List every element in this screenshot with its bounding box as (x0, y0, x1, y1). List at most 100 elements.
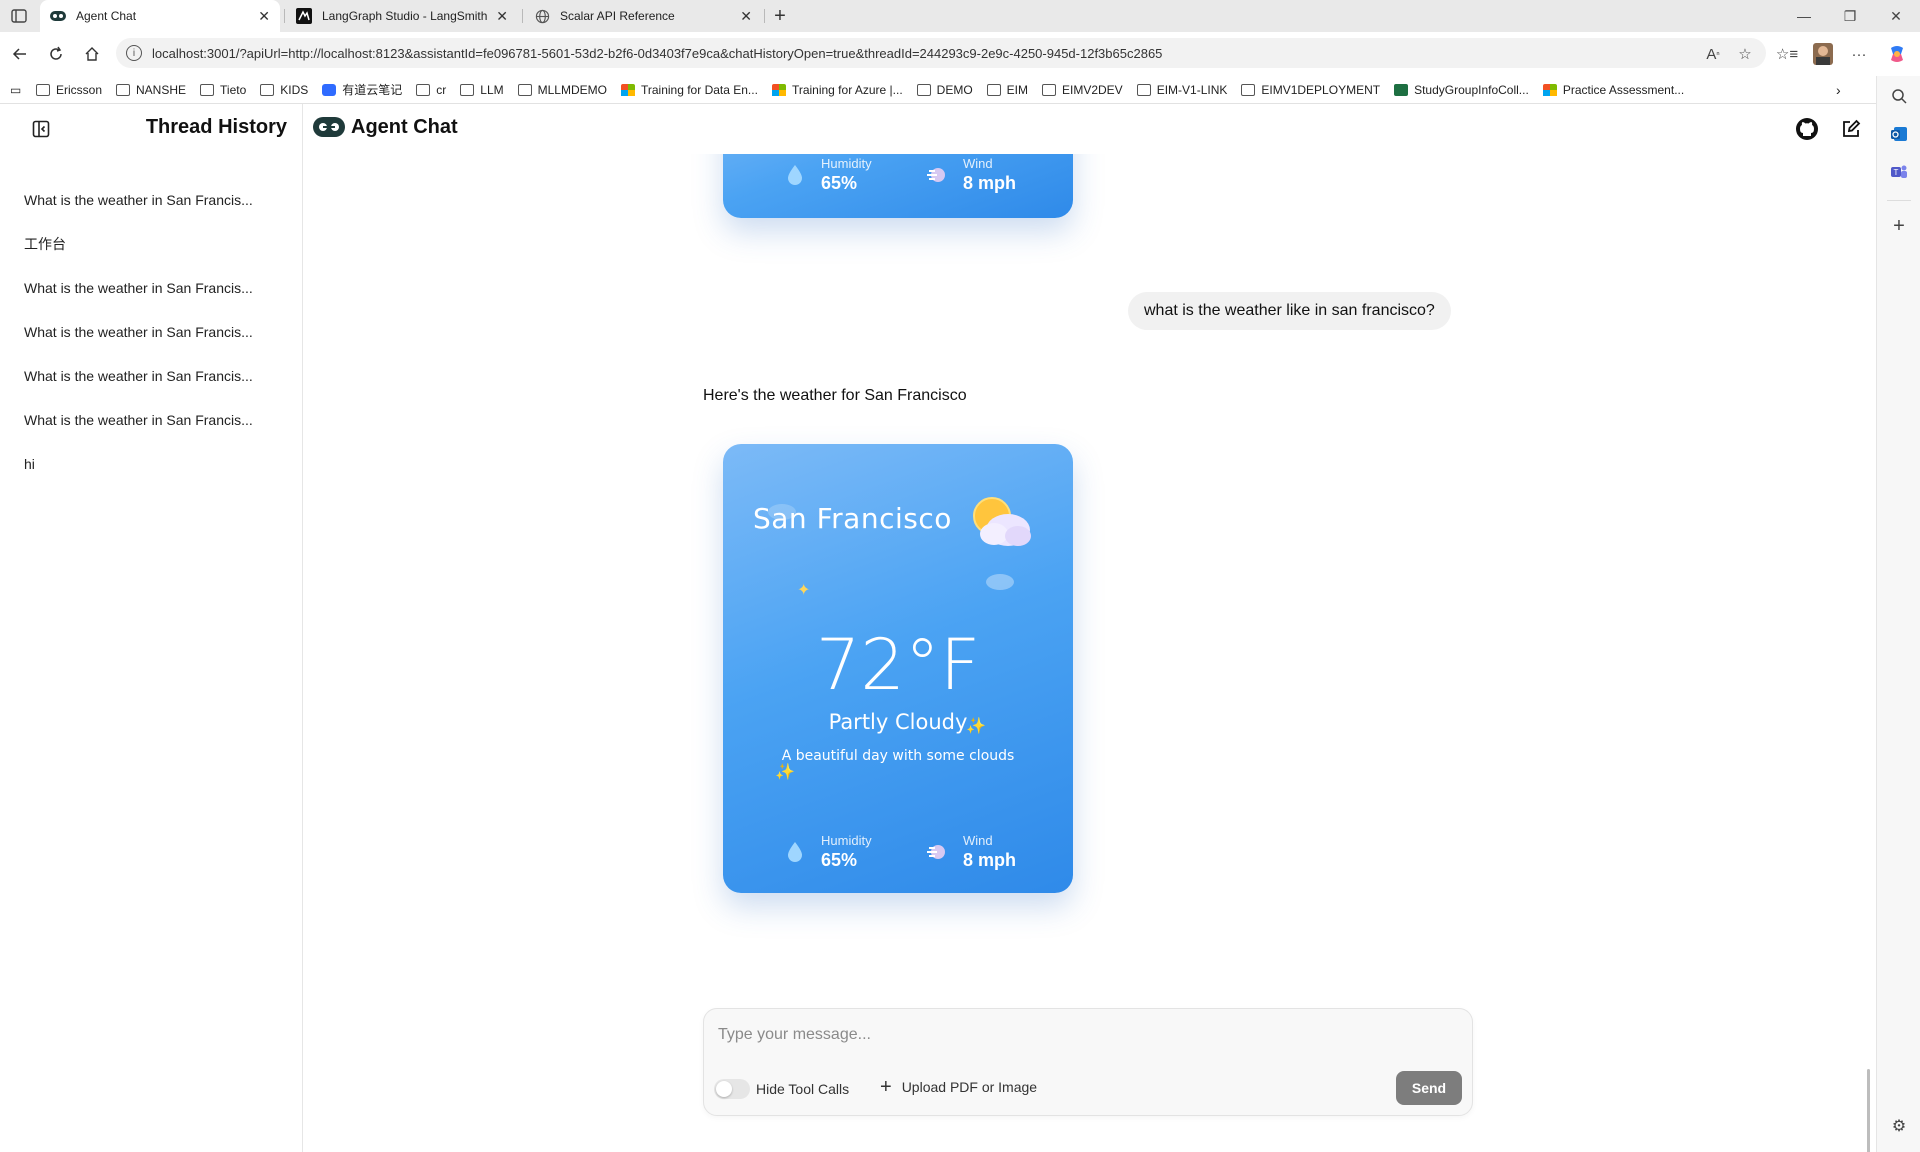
favorite-star-icon[interactable]: ☆ (1732, 40, 1758, 68)
folder-icon (1241, 83, 1256, 96)
tab-langgraph-studio[interactable]: LangGraph Studio - LangSmith ✕ (286, 0, 518, 32)
bookmark-llm[interactable]: LLM (460, 83, 504, 97)
small-cloud-icon (986, 574, 1014, 590)
upload-file-button[interactable]: + Upload PDF or Image (880, 1077, 1038, 1097)
message-composer: Hide Tool Calls + Upload PDF or Image Se… (703, 1008, 1473, 1116)
chat-scrollbar[interactable] (1867, 1069, 1870, 1152)
minimize-icon[interactable]: — (1782, 0, 1826, 32)
search-icon[interactable] (1885, 82, 1913, 110)
more-menu-icon[interactable]: ··· (1846, 40, 1872, 68)
favorites-icon[interactable]: ☆≡ (1774, 40, 1800, 68)
weather-card-previous: Humidity 65% Wind 8 mph (723, 154, 1073, 218)
main-header: Agent Chat (303, 104, 1876, 154)
weather-card: San Francisco ✦ 72°F Partly Cloudy ✨ A b… (723, 444, 1073, 893)
assistant-message: Here's the weather for San Francisco (703, 387, 967, 404)
sparkle-icon: ✦ (797, 582, 811, 599)
bookmark-demo[interactable]: DEMO (916, 83, 973, 97)
tab-label: LangGraph Studio - LangSmith (322, 9, 488, 23)
hide-tool-calls-label: Hide Tool Calls (756, 1081, 850, 1097)
bookmark-practice-assessment[interactable]: Practice Assessment... (1542, 83, 1684, 97)
thread-item[interactable]: What is the weather in San Francis... (0, 310, 303, 354)
tab-scalar-api[interactable]: Scalar API Reference ✕ (524, 0, 762, 32)
folder-icon (517, 83, 532, 96)
panel-toggle-icon[interactable] (30, 118, 52, 140)
weather-temperature: 72°F (815, 624, 981, 706)
excel-icon (1394, 83, 1409, 96)
folder-icon (916, 83, 931, 96)
hide-tool-calls-toggle[interactable] (714, 1079, 750, 1099)
bookmark-tieto[interactable]: Tieto (200, 83, 246, 97)
thread-item[interactable]: What is the weather in San Francis... (0, 354, 303, 398)
refresh-icon[interactable] (42, 40, 70, 68)
tab-strip: Agent Chat ✕ LangGraph Studio - LangSmit… (0, 0, 1920, 32)
chat-scroll-area[interactable]: Humidity 65% Wind 8 mph what is the weat… (303, 154, 1876, 1152)
url-field[interactable]: i localhost:3001/?apiUrl=http://localhos… (116, 38, 1766, 68)
folder-icon (116, 83, 131, 96)
profile-avatar[interactable] (1810, 40, 1836, 68)
tab-agent-chat[interactable]: Agent Chat ✕ (40, 0, 280, 32)
url-text: localhost:3001/?apiUrl=http://localhost:… (152, 45, 1163, 61)
edge-sidebar-rail: T + ⚙ (1876, 76, 1920, 1152)
wind-stat: Wind 8 mph (925, 156, 1016, 194)
thread-item[interactable]: What is the weather in San Francis... (0, 398, 303, 442)
new-thread-edit-icon[interactable] (1838, 116, 1864, 142)
new-tab-button[interactable]: + (768, 4, 792, 28)
microsoft-icon (620, 83, 635, 96)
bookmark-training-data[interactable]: Training for Data En... (620, 83, 758, 97)
teams-icon[interactable]: T (1885, 158, 1913, 186)
thread-item[interactable]: What is the weather in San Francis... (0, 178, 303, 222)
langgraph-logo-icon (313, 117, 345, 137)
github-icon[interactable] (1794, 116, 1820, 142)
globe-icon (534, 8, 550, 24)
humidity-stat: Humidity 65% (783, 833, 872, 871)
send-button[interactable]: Send (1396, 1071, 1462, 1105)
bookmark-youdao[interactable]: 有道云笔记 (322, 81, 402, 98)
home-icon[interactable] (78, 40, 106, 68)
bookmarks-menu-icon[interactable]: ▭ (10, 83, 26, 97)
folder-icon (1042, 83, 1056, 96)
outlook-icon[interactable] (1885, 120, 1913, 148)
folder-icon (260, 83, 275, 96)
bookmark-nanshe[interactable]: NANSHE (116, 83, 186, 97)
copilot-icon[interactable] (1884, 40, 1910, 68)
tab-close-icon[interactable]: ✕ (258, 8, 270, 25)
message-input[interactable] (718, 1021, 1458, 1049)
upload-label: Upload PDF or Image (901, 1079, 1038, 1095)
bookmark-eim-v1-link[interactable]: EIM-V1-LINK (1136, 83, 1227, 97)
sparkle-icon: ✨ (966, 718, 986, 735)
chevron-right-icon[interactable]: › (1836, 82, 1841, 98)
sidebar-header: Thread History (0, 104, 303, 154)
tab-close-icon[interactable]: ✕ (740, 8, 752, 25)
close-window-icon[interactable]: ✕ (1874, 0, 1918, 32)
restore-icon[interactable]: ❐ (1828, 0, 1872, 32)
thread-item[interactable]: hi (0, 442, 303, 486)
thread-item[interactable]: What is the weather in San Francis... (0, 266, 303, 310)
tab-actions-icon[interactable] (8, 6, 30, 26)
user-message-bubble: what is the weather like in san francisc… (1128, 292, 1451, 330)
youdao-icon (322, 83, 337, 96)
back-icon[interactable] (6, 40, 34, 68)
read-aloud-icon[interactable]: Aⁿ (1700, 40, 1726, 68)
page-title: Agent Chat (351, 116, 458, 138)
settings-gear-icon[interactable]: ⚙ (1885, 1112, 1913, 1140)
wind-icon (927, 168, 945, 182)
tab-close-icon[interactable]: ✕ (496, 8, 508, 25)
folder-icon (416, 83, 431, 96)
bookmark-ericsson[interactable]: Ericsson (36, 83, 102, 97)
add-sidebar-app-icon[interactable]: + (1885, 212, 1913, 240)
bookmark-training-azure[interactable]: Training for Azure |... (771, 83, 903, 97)
thread-item[interactable]: 工作台 (0, 222, 303, 266)
bookmark-eim[interactable]: EIM (986, 83, 1028, 97)
bookmark-kids[interactable]: KIDS (260, 83, 308, 97)
address-bar-row: i localhost:3001/?apiUrl=http://localhos… (0, 32, 1920, 76)
folder-icon (36, 83, 50, 96)
site-info-icon[interactable]: i (126, 45, 142, 61)
bookmark-eimv1deployment[interactable]: EIMV1DEPLOYMENT (1241, 83, 1380, 97)
water-drop-icon (788, 165, 802, 185)
bookmark-cr[interactable]: cr (416, 83, 446, 97)
bookmark-mllmdemo[interactable]: MLLMDEMO (517, 83, 607, 97)
agent-chat-favicon-icon (50, 8, 66, 24)
bookmark-studygroup[interactable]: StudyGroupInfoColl... (1394, 83, 1529, 97)
sidebar-title: Thread History (145, 116, 287, 138)
bookmark-eimv2dev[interactable]: EIMV2DEV (1042, 83, 1123, 97)
